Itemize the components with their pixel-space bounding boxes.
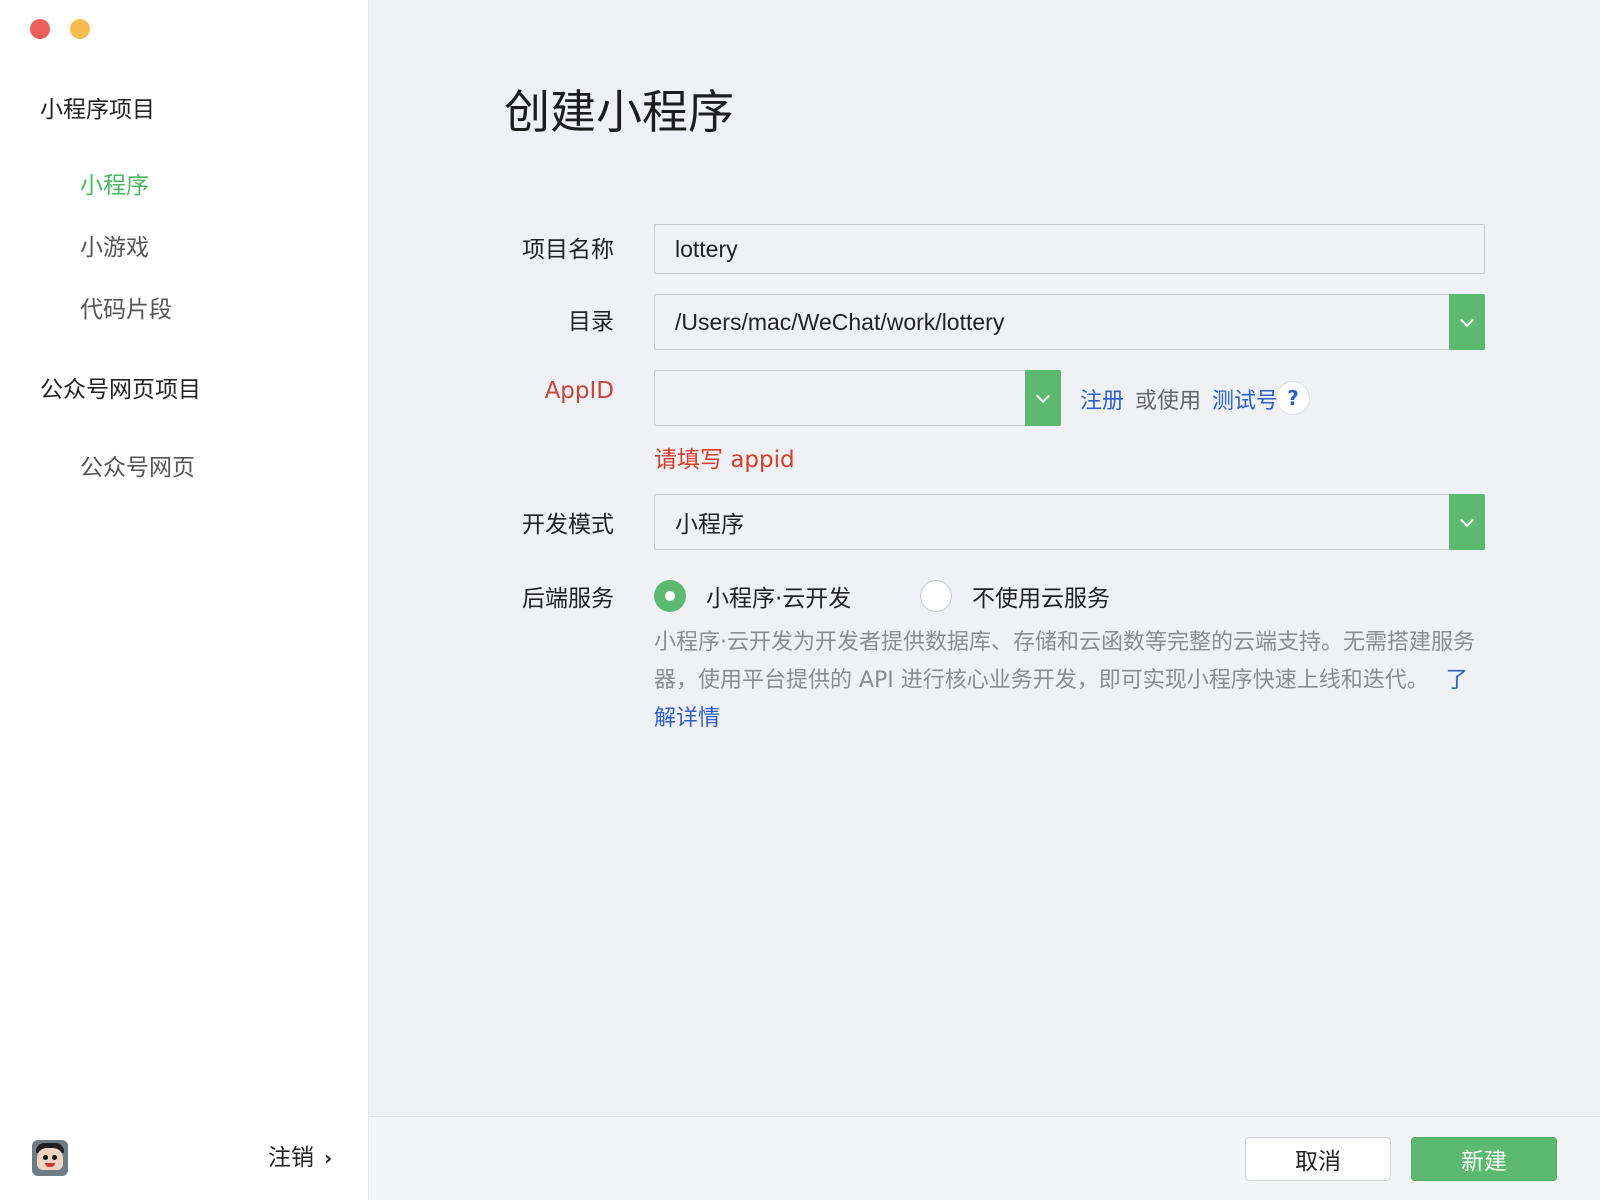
help-icon[interactable]: ? — [1276, 381, 1310, 415]
directory-dropdown-button[interactable] — [1449, 294, 1485, 350]
sidebar-group-miniprogram-projects: 小程序项目 — [40, 97, 155, 123]
directory-value: /Users/mac/WeChat/work/lottery — [675, 308, 1005, 335]
appid-select[interactable] — [654, 370, 1061, 426]
radio-cloud-dev[interactable] — [654, 580, 686, 612]
backend-service-label: 后端服务 — [522, 586, 614, 612]
app-window: 小程序项目 小程序 小游戏 代码片段 公众号网页项目 公众号网页 注销 › 创建小… — [0, 0, 1600, 1200]
project-name-value: lottery — [675, 235, 738, 262]
or-use-text: 或使用 — [1135, 389, 1202, 414]
main-panel: 创建小程序 项目名称 lottery 目录 /Users/mac/WeChat/… — [369, 0, 1600, 1116]
sidebar-item-official-webpage[interactable]: 公众号网页 — [80, 448, 195, 482]
sidebar-item-miniprogram[interactable]: 小程序 — [80, 166, 149, 200]
dev-mode-dropdown-button[interactable] — [1449, 494, 1485, 550]
avatar-eye-left — [43, 1155, 48, 1160]
user-avatar[interactable] — [32, 1140, 68, 1176]
project-name-label: 项目名称 — [522, 237, 614, 263]
sidebar-item-code-snippet[interactable]: 代码片段 — [80, 290, 172, 324]
radio-no-cloud[interactable] — [920, 580, 952, 612]
appid-dropdown-button[interactable] — [1025, 370, 1061, 426]
project-name-input[interactable]: lottery — [654, 224, 1485, 274]
window-minimize-button[interactable] — [70, 19, 90, 39]
cloud-dev-description-text: 小程序·云开发为开发者提供数据库、存储和云函数等完整的云端支持。无需搭建服务器，… — [654, 630, 1475, 693]
test-account-link[interactable]: 测试号 — [1212, 389, 1278, 414]
dev-mode-value: 小程序 — [675, 511, 744, 537]
chevron-down-icon — [1459, 312, 1475, 328]
appid-error-message: 请填写 appid — [654, 440, 795, 474]
avatar-eye-right — [52, 1155, 57, 1160]
footer-bar: 取消 新建 — [369, 1116, 1600, 1200]
sidebar: 小程序项目 小程序 小游戏 代码片段 公众号网页项目 公众号网页 注销 › — [0, 0, 369, 1200]
appid-error-word: appid — [730, 447, 795, 473]
window-close-button[interactable] — [30, 19, 50, 39]
directory-select[interactable]: /Users/mac/WeChat/work/lottery — [654, 294, 1485, 350]
cancel-button[interactable]: 取消 — [1245, 1137, 1391, 1181]
logout-button[interactable]: 注销 › — [268, 1138, 332, 1172]
register-link[interactable]: 注册 — [1080, 389, 1124, 414]
page-title: 创建小程序 — [504, 85, 734, 139]
radio-no-cloud-label[interactable]: 不使用云服务 — [972, 579, 1110, 613]
dev-mode-select[interactable]: 小程序 — [654, 494, 1485, 550]
logout-label: 注销 — [268, 1145, 314, 1171]
sidebar-group-official-account-projects: 公众号网页项目 — [40, 377, 201, 403]
appid-label: AppID — [544, 378, 614, 404]
sidebar-item-minigame[interactable]: 小游戏 — [80, 228, 149, 262]
cloud-dev-description: 小程序·云开发为开发者提供数据库、存储和云函数等完整的云端支持。无需搭建服务器，… — [654, 624, 1484, 738]
chevron-down-icon — [1035, 388, 1051, 404]
chevron-right-icon: › — [324, 1146, 333, 1170]
appid-error-prefix: 请填写 — [654, 447, 723, 473]
create-button[interactable]: 新建 — [1411, 1137, 1557, 1181]
chevron-down-icon — [1459, 512, 1475, 528]
directory-label: 目录 — [568, 309, 614, 335]
appid-links: 注册 或使用 测试号 — [1080, 383, 1278, 415]
dev-mode-label: 开发模式 — [522, 512, 614, 538]
radio-cloud-dev-label[interactable]: 小程序·云开发 — [706, 579, 851, 613]
